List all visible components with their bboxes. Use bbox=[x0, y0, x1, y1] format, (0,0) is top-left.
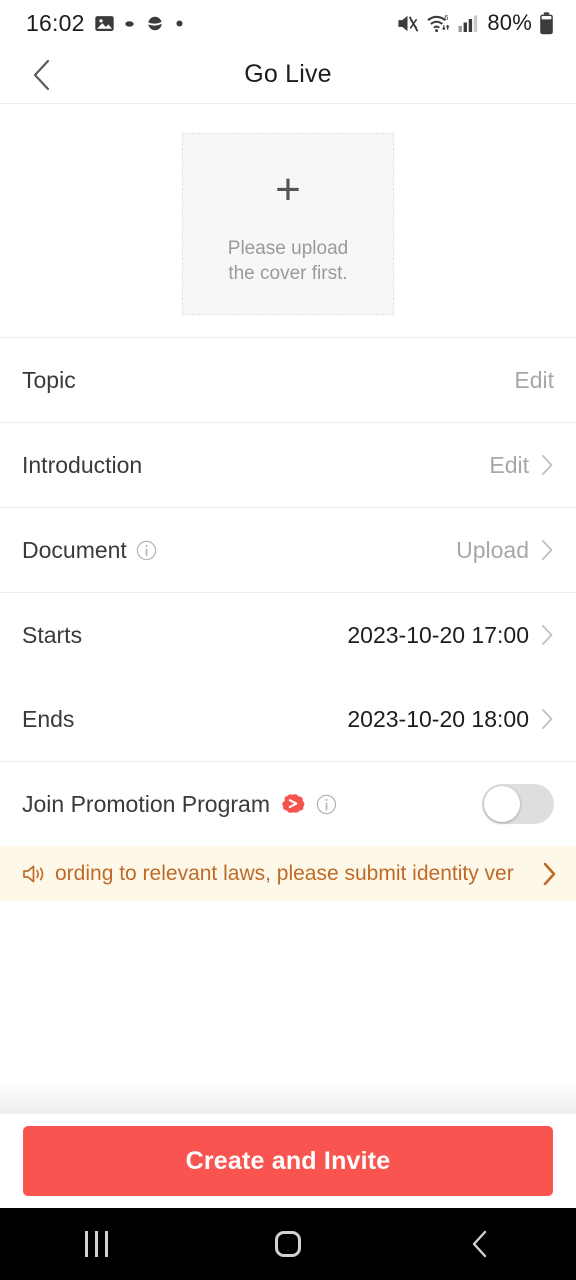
create-and-invite-button[interactable]: Create and Invite bbox=[23, 1126, 553, 1196]
cover-hint-line2: the cover first. bbox=[228, 263, 348, 284]
banner-text: ording to relevant laws, please submit i… bbox=[55, 861, 514, 885]
ends-value[interactable]: 2023-10-20 18:00 bbox=[347, 706, 529, 733]
details-group: Introduction Edit Document Upload bbox=[0, 423, 576, 592]
schedule-group: Starts 2023-10-20 17:00 Ends 2023-10-20 … bbox=[0, 593, 576, 761]
status-bar-left: 16:02 bbox=[26, 10, 184, 37]
app-header: Go Live bbox=[0, 46, 576, 104]
row-promotion[interactable]: Join Promotion Program bbox=[0, 762, 576, 846]
row-ends-label: Ends bbox=[22, 705, 75, 732]
row-document-right: Upload bbox=[456, 537, 554, 564]
promotion-megaphone-icon bbox=[282, 794, 305, 813]
signal-bars-icon bbox=[458, 15, 478, 32]
identity-verification-banner[interactable]: ording to relevant laws, please submit i… bbox=[0, 846, 576, 901]
chevron-right-icon[interactable] bbox=[541, 861, 558, 887]
form-scroll-area: + Please upload the cover first. Topic E… bbox=[0, 104, 576, 1114]
chevron-right-icon bbox=[542, 455, 553, 475]
row-introduction-right: Edit bbox=[489, 452, 554, 479]
dot-icon bbox=[124, 20, 134, 27]
row-starts-right: 2023-10-20 17:00 bbox=[347, 622, 554, 649]
promotion-toggle[interactable] bbox=[482, 784, 554, 824]
toggle-knob bbox=[484, 786, 520, 822]
row-document-label: Document bbox=[22, 536, 127, 563]
battery-percent: 80% bbox=[487, 10, 532, 35]
cover-upload-dropzone[interactable]: + Please upload the cover first. bbox=[182, 133, 394, 315]
row-ends[interactable]: Ends 2023-10-20 18:00 bbox=[0, 677, 576, 761]
nav-back-button[interactable] bbox=[430, 1208, 530, 1280]
footer-shadow bbox=[0, 1080, 576, 1114]
android-nav-bar bbox=[0, 1208, 576, 1280]
cover-upload-section: + Please upload the cover first. bbox=[0, 104, 576, 337]
battery-icon bbox=[540, 11, 553, 34]
row-introduction[interactable]: Introduction Edit bbox=[0, 423, 576, 507]
photo-icon bbox=[94, 15, 114, 31]
row-document[interactable]: Document Upload bbox=[0, 508, 576, 592]
recents-icon bbox=[84, 1231, 108, 1257]
speaker-announcement-icon bbox=[23, 865, 44, 882]
footer-bar: Create and Invite bbox=[0, 1114, 576, 1208]
nav-recents-button[interactable] bbox=[46, 1208, 146, 1280]
status-bar: 16:02 6 80% bbox=[0, 0, 576, 46]
row-ends-right: 2023-10-20 18:00 bbox=[347, 706, 554, 733]
row-topic-right: Edit bbox=[514, 367, 554, 394]
dot-icon bbox=[176, 19, 183, 27]
row-starts-label: Starts bbox=[22, 621, 83, 648]
row-promotion-label: Join Promotion Program bbox=[22, 790, 270, 817]
wifi-6-icon: 6 bbox=[427, 13, 450, 32]
row-topic[interactable]: Topic Edit bbox=[0, 338, 576, 422]
plus-icon: + bbox=[275, 165, 301, 214]
phone-screen: 16:02 6 80% Go Live + Please upload the … bbox=[0, 0, 576, 1280]
status-bar-right: 6 80% bbox=[396, 10, 554, 36]
row-introduction-label: Introduction bbox=[22, 451, 143, 478]
row-starts[interactable]: Starts 2023-10-20 17:00 bbox=[0, 593, 576, 677]
home-icon bbox=[275, 1231, 301, 1257]
info-icon[interactable] bbox=[316, 794, 337, 815]
introduction-edit-action[interactable]: Edit bbox=[489, 452, 529, 479]
banner-content: ording to relevant laws, please submit i… bbox=[22, 862, 531, 886]
document-upload-action[interactable]: Upload bbox=[456, 537, 529, 564]
chevron-left-icon bbox=[33, 59, 49, 90]
page-title: Go Live bbox=[244, 60, 332, 88]
nav-home-button[interactable] bbox=[238, 1208, 338, 1280]
back-button[interactable] bbox=[18, 52, 64, 98]
promotion-group: Join Promotion Program bbox=[0, 762, 576, 846]
topic-group: Topic Edit bbox=[0, 338, 576, 422]
cover-hint-line1: Please upload bbox=[227, 238, 349, 259]
chevron-right-icon bbox=[542, 625, 553, 645]
back-icon bbox=[472, 1230, 487, 1258]
row-topic-label: Topic bbox=[22, 366, 76, 393]
row-promotion-label-wrap: Join Promotion Program bbox=[22, 791, 337, 818]
topic-edit-action[interactable]: Edit bbox=[514, 367, 554, 394]
chevron-right-icon bbox=[542, 540, 553, 560]
chevron-right-icon bbox=[542, 709, 553, 729]
mute-icon bbox=[398, 15, 419, 32]
row-document-label-wrap: Document bbox=[22, 537, 157, 564]
starts-value[interactable]: 2023-10-20 17:00 bbox=[347, 622, 529, 649]
info-icon[interactable] bbox=[136, 540, 157, 561]
svg-text:6: 6 bbox=[445, 13, 449, 22]
saturn-icon bbox=[144, 16, 165, 30]
status-time: 16:02 bbox=[26, 9, 85, 36]
